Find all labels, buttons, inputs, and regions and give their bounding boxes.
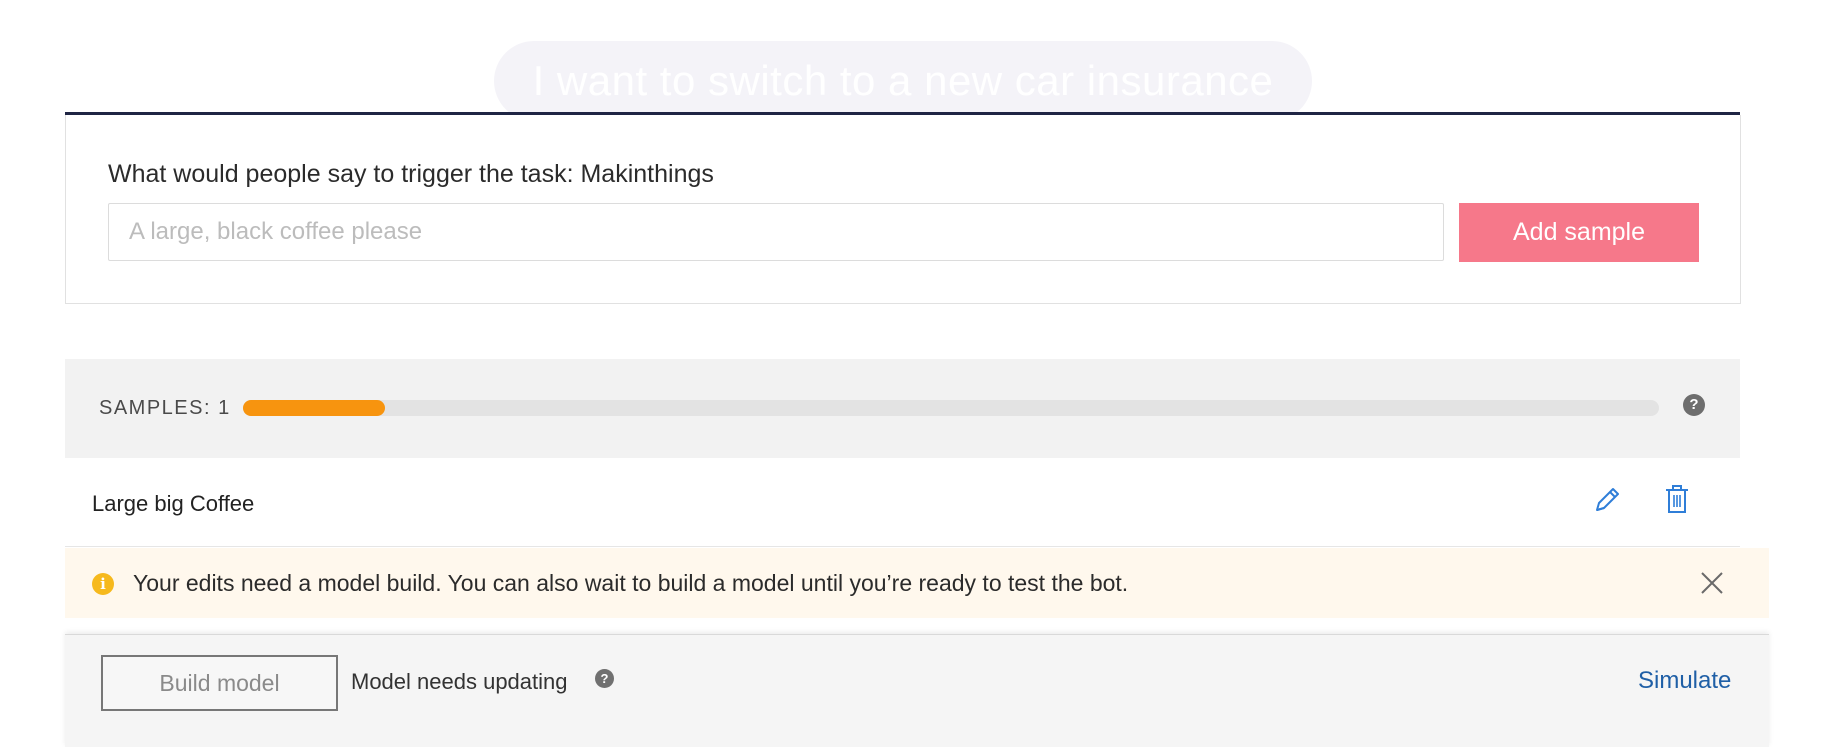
build-model-button[interactable]: Build model [101, 655, 338, 711]
question-circle-icon[interactable]: ? [1683, 394, 1705, 416]
question-circle-icon[interactable]: ? [595, 669, 614, 688]
sample-text: Large big Coffee [92, 491, 255, 516]
add-sample-button[interactable]: Add sample [1459, 203, 1699, 262]
footer-bar: Build model Model needs updating ? Simul… [65, 634, 1769, 747]
notice-text: Your edits need a model build. You can a… [133, 570, 1129, 596]
simulate-link[interactable]: Simulate [1638, 667, 1731, 695]
build-notice: i Your edits need a model build. You can… [65, 548, 1769, 618]
model-status-text: Model needs updating [351, 669, 568, 694]
example-utterance-pill: I want to switch to a new car insurance [494, 41, 1312, 121]
info-icon: i [92, 573, 114, 595]
trash-icon[interactable] [1661, 482, 1693, 516]
example-utterance-text: I want to switch to a new car insurance [532, 57, 1274, 104]
samples-progress-fill [243, 400, 385, 416]
trigger-prompt-label: What would people say to trigger the tas… [108, 160, 714, 188]
pencil-icon[interactable] [1591, 482, 1623, 516]
samples-progress-bar [243, 400, 1659, 416]
close-icon[interactable] [1697, 568, 1727, 598]
list-item: Large big Coffee [65, 458, 1740, 547]
samples-count-label: SAMPLES: 1 [99, 397, 231, 419]
trigger-card: What would people say to trigger the tas… [65, 115, 1741, 304]
samples-header: SAMPLES: 1 ? [65, 359, 1740, 458]
sample-utterance-input[interactable] [108, 203, 1444, 261]
